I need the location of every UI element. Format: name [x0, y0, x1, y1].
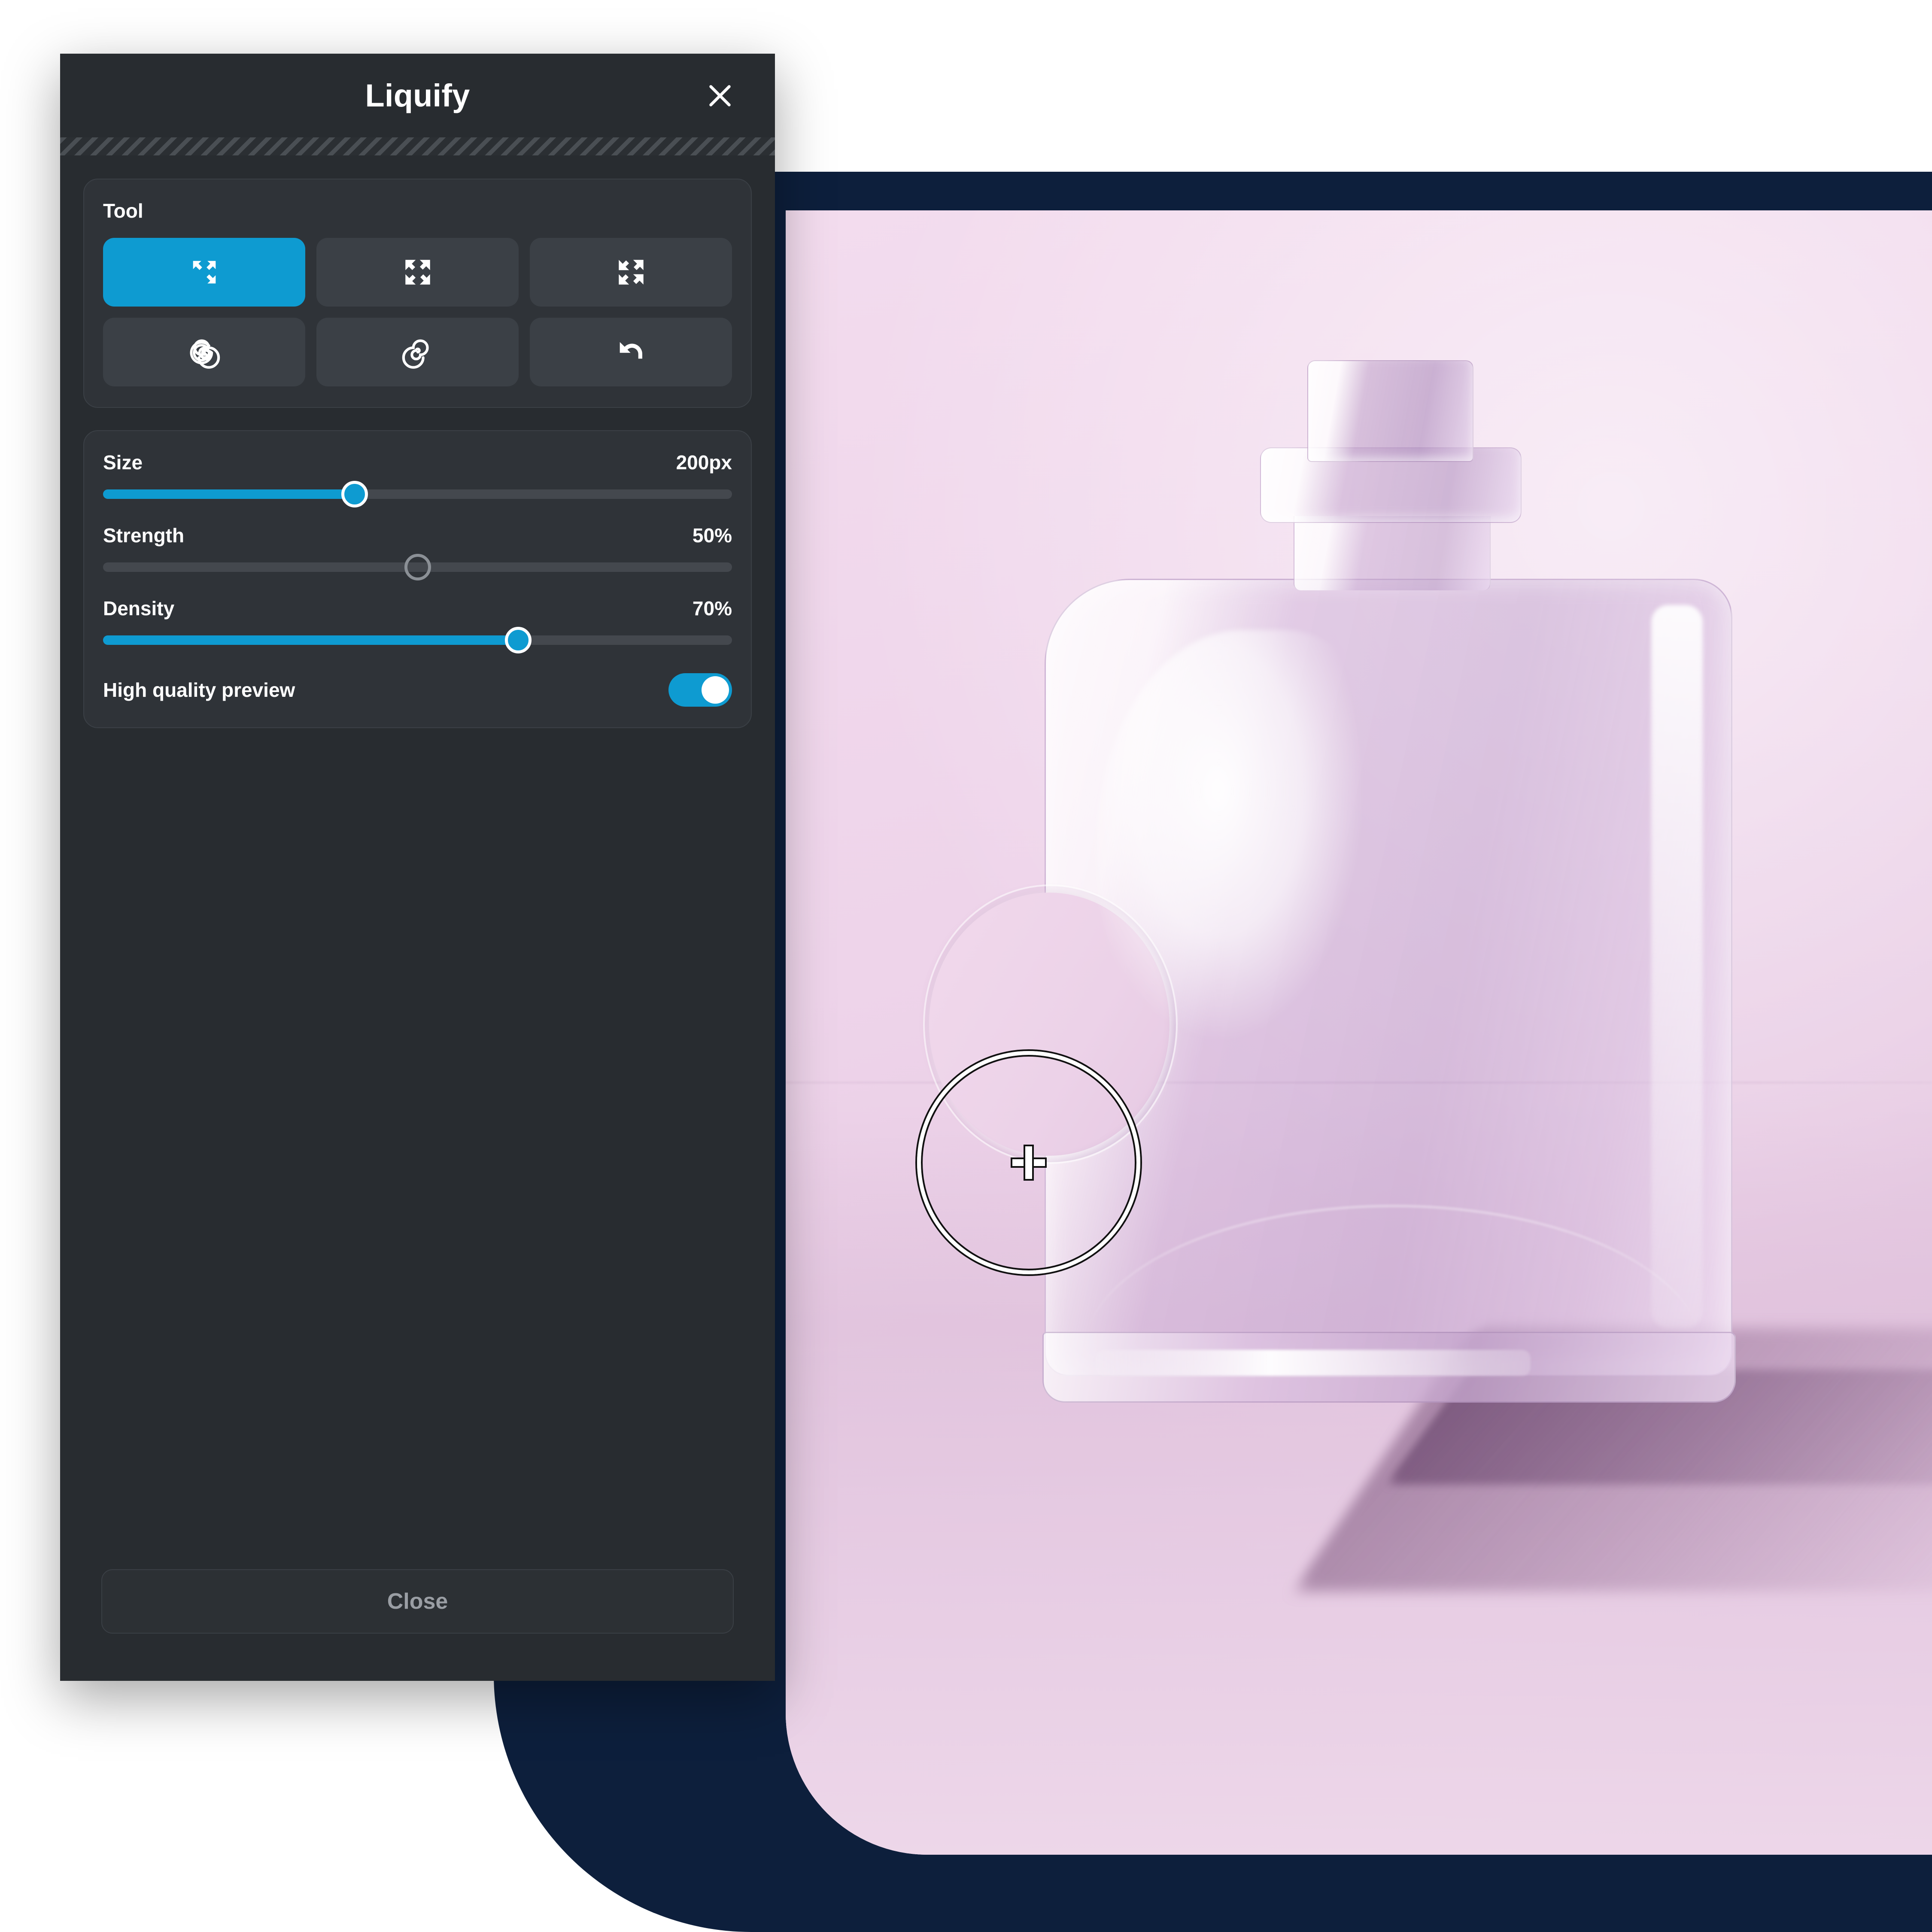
- close-button[interactable]: Close: [101, 1569, 734, 1634]
- resize-drag-handle[interactable]: [60, 137, 775, 155]
- slider-strength-header: Strength 50%: [103, 524, 732, 547]
- adjustments-card: Size 200px Strength 50% Density 70% High…: [83, 430, 752, 728]
- tool-button-pucker[interactable]: [530, 238, 732, 307]
- slider-size-thumb[interactable]: [341, 481, 368, 507]
- tool-button-push[interactable]: [103, 238, 305, 307]
- glass-bottle-subject: [786, 210, 1932, 1855]
- panel-body: Tool Size 200px Strength 50% Density 70%…: [60, 155, 775, 1569]
- slider-size-label: Size: [103, 451, 143, 474]
- brush-crosshair-v-icon: [1025, 1146, 1032, 1179]
- screenshot-root: Liquify Tool Size 200px Strength 50% Den…: [0, 0, 1932, 1932]
- bottle-cap: [1307, 360, 1473, 462]
- slider-density-track[interactable]: [103, 627, 732, 653]
- tool-button-twirl-counterclockwise[interactable]: [316, 318, 519, 386]
- slider-density-value: 70%: [692, 597, 732, 620]
- image-canvas[interactable]: [786, 210, 1932, 1855]
- slider-strength-track[interactable]: [103, 554, 732, 580]
- high-quality-preview-row: High quality preview: [103, 673, 732, 707]
- slider-size-value: 200px: [676, 451, 732, 474]
- tool-section-label: Tool: [103, 200, 143, 222]
- bottle-base-shine: [1095, 1350, 1531, 1376]
- slider-strength: Strength 50%: [103, 524, 732, 580]
- slider-size-header: Size 200px: [103, 451, 732, 474]
- high-quality-preview-label: High quality preview: [103, 679, 295, 701]
- slider-density-fill: [103, 635, 518, 645]
- close-x-icon[interactable]: [699, 74, 741, 117]
- slider-strength-thumb[interactable]: [404, 554, 431, 580]
- slider-density-label: Density: [103, 597, 175, 620]
- slider-strength-value: 50%: [692, 524, 732, 547]
- slider-density: Density 70%: [103, 597, 732, 653]
- expand-outward-icon: [405, 260, 430, 285]
- twirl-clockwise-icon: [190, 339, 220, 369]
- slider-size: Size 200px: [103, 451, 732, 507]
- tool-card: Tool: [83, 179, 752, 408]
- toggle-knob: [702, 676, 729, 704]
- brush-cursor[interactable]: [917, 1051, 1140, 1274]
- bottle-edge-highlight: [1651, 605, 1703, 1329]
- tool-button-twirl-clockwise[interactable]: [103, 318, 305, 386]
- tool-grid: [103, 238, 732, 386]
- twirl-counterclockwise-icon: [402, 339, 429, 369]
- bottle-neck: [1293, 516, 1491, 590]
- slider-size-track[interactable]: [103, 481, 732, 507]
- slider-strength-label: Strength: [103, 524, 185, 547]
- high-quality-preview-toggle[interactable]: [668, 673, 732, 707]
- liquify-panel: Liquify Tool Size 200px Strength 50% Den…: [60, 54, 775, 1681]
- push-pixels-icon: [193, 261, 216, 284]
- panel-header: Liquify: [60, 54, 775, 137]
- tool-button-bloat[interactable]: [316, 238, 519, 307]
- panel-footer: Close: [60, 1569, 775, 1681]
- contract-inward-icon: [618, 260, 644, 285]
- slider-density-thumb[interactable]: [504, 627, 532, 653]
- slider-density-header: Density 70%: [103, 597, 732, 620]
- undo-restore-icon: [620, 342, 642, 359]
- tool-button-restore[interactable]: [530, 318, 732, 386]
- panel-title: Liquify: [365, 78, 470, 113]
- slider-size-fill: [103, 489, 355, 499]
